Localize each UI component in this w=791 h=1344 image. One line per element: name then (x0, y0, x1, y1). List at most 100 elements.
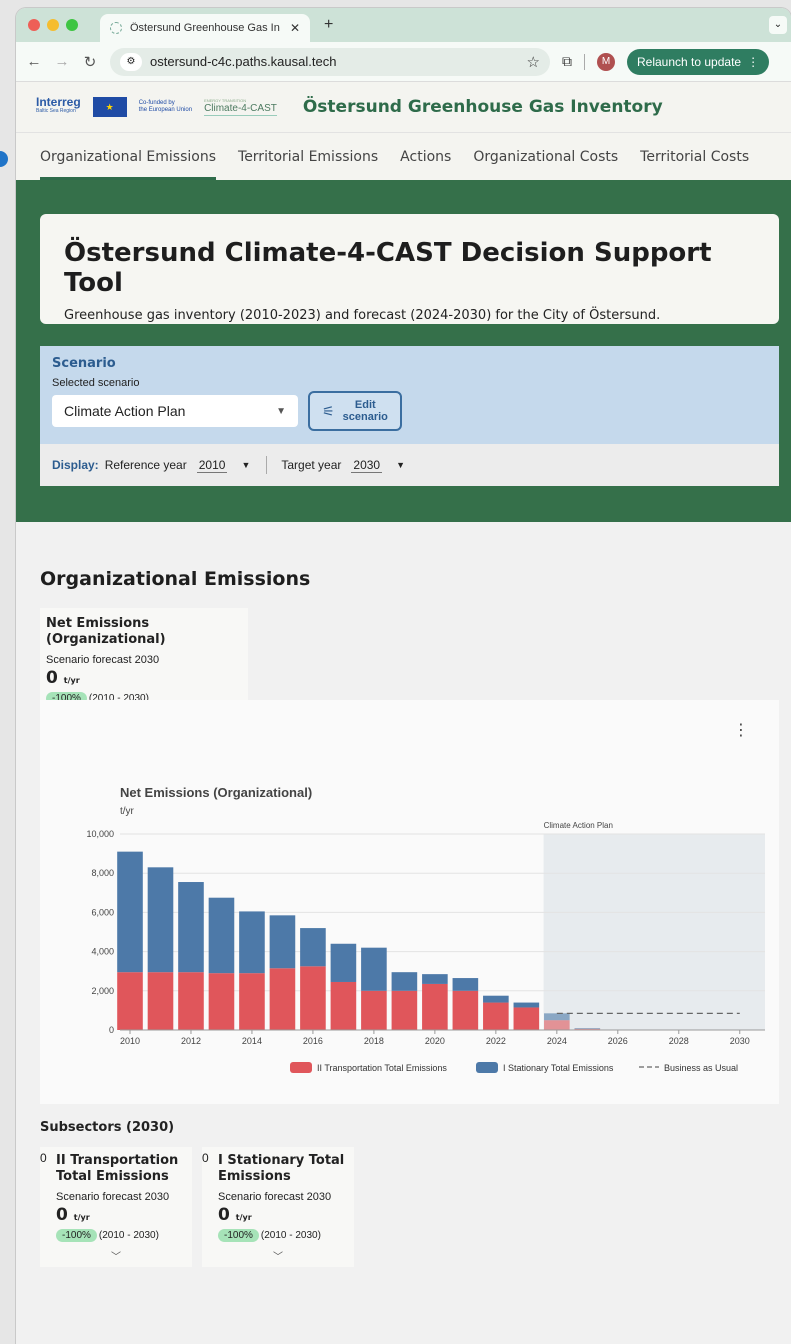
interreg-logo[interactable]: Interreg Baltic Sea Region (36, 96, 81, 116)
nav-item-territorial-emissions[interactable]: Territorial Emissions (238, 133, 378, 180)
bar-transportation (391, 990, 418, 1030)
close-window-button[interactable] (28, 19, 40, 31)
minimize-window-button[interactable] (47, 19, 59, 31)
scenario-select-value: Climate Action Plan (64, 403, 186, 419)
scenario-select[interactable]: Climate Action Plan ▼ (52, 395, 298, 427)
relaunch-label: Relaunch to update (637, 54, 742, 69)
edit-scenario-button[interactable]: ⚟ Edit scenario (308, 391, 402, 431)
reference-year-caret-icon[interactable]: ▼ (241, 460, 250, 470)
tab-close-icon[interactable]: ✕ (290, 21, 300, 35)
site-title[interactable]: Östersund Greenhouse Gas Inventory (303, 97, 663, 117)
nav-item-organizational-costs[interactable]: Organizational Costs (473, 133, 618, 180)
reference-year-label: Reference year (104, 458, 187, 472)
subsector-index: 0 (202, 1151, 209, 1165)
legend-label-bau: Business as Usual (664, 1063, 738, 1073)
bar-stationary (513, 1002, 540, 1008)
bar-transportation (117, 972, 143, 1030)
subsector-change-badge: -100% (56, 1229, 97, 1242)
nav-item-organizational-emissions[interactable]: Organizational Emissions (40, 133, 217, 180)
subsector-change-badge: -100% (218, 1229, 259, 1242)
relaunch-button[interactable]: Relaunch to update ⋮ (627, 48, 770, 75)
legend-label-transportation: II Transportation Total Emissions (317, 1063, 447, 1073)
selected-scenario-label: Selected scenario (52, 377, 140, 389)
back-arrow-icon[interactable]: ← (26, 53, 42, 70)
url-text: ostersund-c4c.paths.kausal.tech (150, 54, 337, 69)
more-vertical-icon[interactable]: ⋮ (747, 55, 759, 69)
nav-item-actions[interactable]: Actions (400, 133, 451, 180)
eu-flag-icon: ★ (92, 97, 127, 117)
browser-tab[interactable]: Östersund Greenhouse Gas In ✕ (100, 14, 310, 42)
eu-text-line-1: Co-funded by (138, 100, 175, 106)
chart-card: ⋮ Net Emissions (Organizational) t/yr Clim… (40, 700, 779, 1104)
hero-title: Östersund Climate-4-CAST Decision Suppor… (64, 238, 712, 298)
section-title: Organizational Emissions (40, 568, 311, 590)
edit-label-1: Edit (354, 399, 376, 411)
y-tick-label: 4,000 (91, 947, 114, 957)
subsector-title: II Transportation Total Emissions (56, 1153, 179, 1184)
bookmark-star-icon[interactable]: ☆ (527, 53, 540, 71)
expand-chevron-icon[interactable]: ﹀ (202, 1248, 354, 1263)
extensions-puzzle-icon[interactable]: ⧉ (562, 53, 572, 70)
reload-icon[interactable]: ↻ (82, 53, 98, 71)
forecast-region (543, 834, 765, 1030)
subsector-title: I Stationary Total Emissions (218, 1153, 345, 1184)
y-tick-label: 2,000 (91, 986, 114, 996)
bar-stationary (422, 974, 448, 984)
x-tick-label: 2026 (608, 1036, 628, 1046)
bar-transportation (361, 990, 387, 1030)
main-content: Organizational Emissions Net Emissions (… (16, 568, 791, 1267)
profile-avatar[interactable]: M (597, 52, 615, 71)
bar-transportation (239, 973, 265, 1030)
subsector-unit: t/yr (73, 1213, 90, 1222)
target-year-select[interactable]: 2030 (351, 458, 383, 473)
browser-toolbar: ← → ↻ ⚙ ostersund-c4c.paths.kausal.tech … (16, 42, 791, 82)
eu-cofunded-text: Co-funded by the European Union (139, 100, 192, 114)
target-year-caret-icon[interactable]: ▼ (396, 460, 405, 470)
x-tick-label: 2022 (486, 1036, 506, 1046)
edit-label-2: scenario (342, 411, 388, 423)
subsector-subtitle: Scenario forecast 2030 (218, 1191, 332, 1203)
y-tick-label: 0 (109, 1025, 114, 1035)
bar-stationary (117, 851, 143, 973)
bar-stationary (452, 978, 479, 991)
x-tick-label: 2012 (181, 1036, 201, 1046)
new-tab-button[interactable]: + (324, 16, 333, 34)
bar-transportation (300, 966, 326, 1030)
bar-transportation (483, 1002, 509, 1030)
bar-transportation (269, 968, 296, 1030)
reference-year-select[interactable]: 2010 (196, 458, 228, 473)
nav-item-territorial-costs[interactable]: Territorial Costs (640, 133, 749, 180)
browser-window: Östersund Greenhouse Gas In ✕ + ⌄ ← → ↻ … (16, 8, 791, 1344)
expand-chevron-icon[interactable]: ﹀ (40, 1248, 192, 1263)
subsector-card-stationary[interactable]: 0 I Stationary Total Emissions Scenario … (202, 1147, 354, 1267)
x-tick-label: 2030 (730, 1036, 750, 1046)
emissions-chart: Net Emissions (Organizational) t/yr Climat… (86, 785, 765, 1073)
net-emissions-card[interactable]: Net Emissions (Organizational) Scenario … (40, 608, 248, 705)
subsector-card-transportation[interactable]: 0 II Transportation Total Emissions Scen… (40, 1147, 192, 1267)
hero-card: Östersund Climate-4-CAST Decision Suppor… (40, 214, 779, 324)
subsector-cards: 0 II Transportation Total Emissions Scen… (40, 1147, 767, 1267)
subsector-range: (2010 - 2030) (260, 1230, 321, 1241)
subsector-value: 0 t/yr (56, 1205, 192, 1225)
address-bar[interactable]: ⚙ ostersund-c4c.paths.kausal.tech ☆ (110, 47, 550, 76)
hero-subtitle: Greenhouse gas inventory (2010-2023) and… (64, 308, 661, 323)
scroll-indicator-dot[interactable] (0, 151, 8, 167)
bar-stationary (239, 911, 265, 974)
display-divider (266, 456, 268, 474)
site-settings-icon[interactable]: ⚙ (120, 52, 142, 71)
bar-stationary (574, 1028, 601, 1029)
sliders-icon: ⚟ (322, 402, 335, 419)
forecast-label: Climate Action Plan (544, 821, 613, 830)
bar-stationary (330, 943, 357, 982)
metric-title: Net Emissions (Organizational) (46, 616, 166, 647)
bar-stationary (483, 995, 509, 1003)
tab-search-chevron-icon[interactable]: ⌄ (769, 16, 787, 34)
tab-title: Östersund Greenhouse Gas In (130, 22, 280, 34)
scenario-heading: Scenario (52, 356, 116, 371)
maximize-window-button[interactable] (66, 19, 78, 31)
forward-arrow-icon[interactable]: → (54, 53, 70, 70)
legend-label-stationary: I Stationary Total Emissions (503, 1063, 614, 1073)
metric-unit: t/yr (63, 676, 80, 685)
x-tick-label: 2018 (364, 1036, 384, 1046)
chart-menu-icon[interactable]: ⋮ (733, 720, 749, 740)
